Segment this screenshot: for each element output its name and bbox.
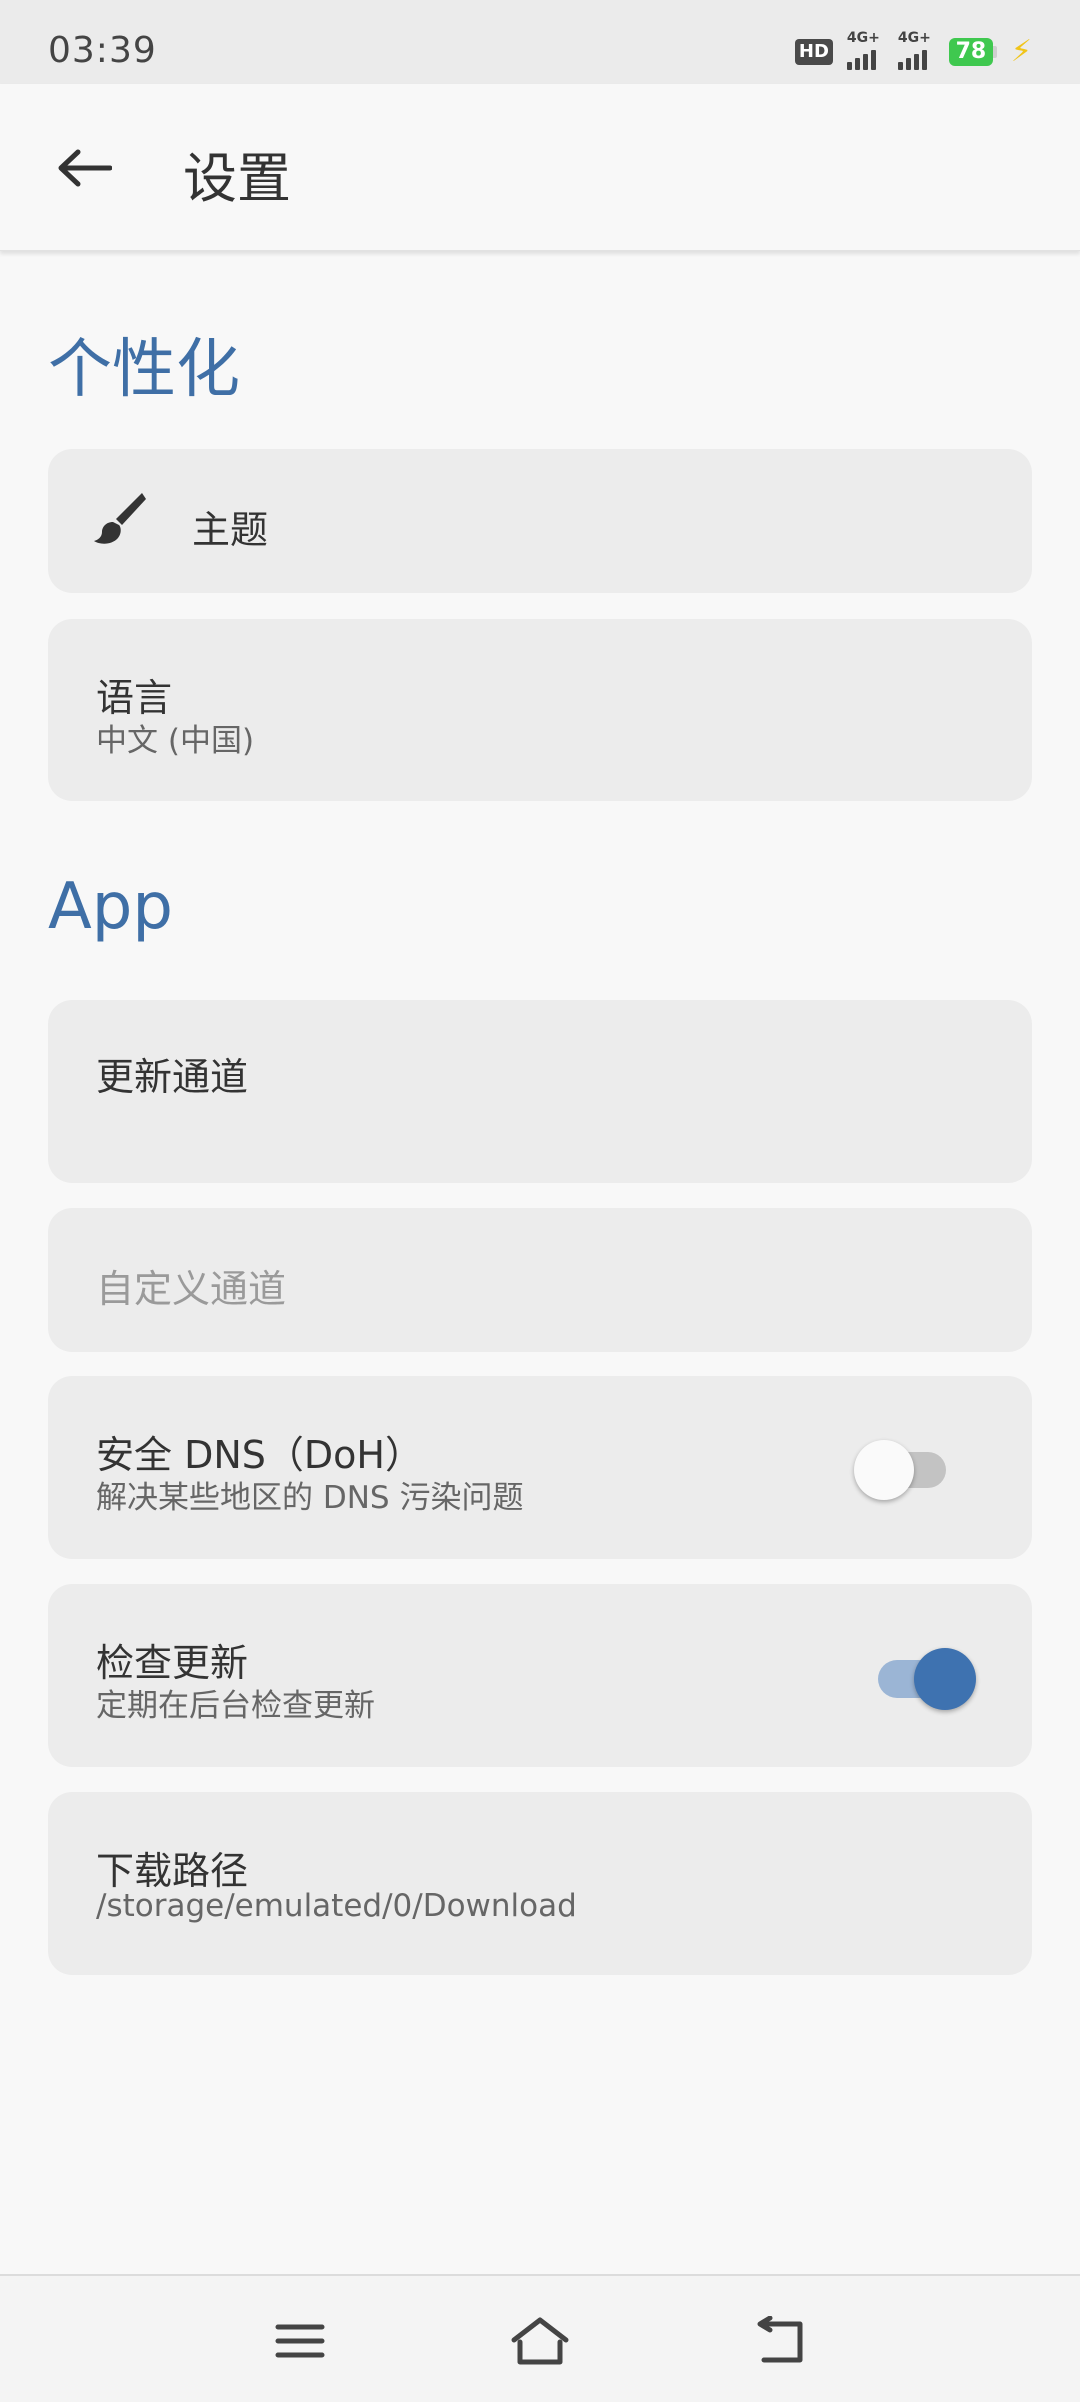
menu-icon xyxy=(275,2324,325,2358)
menu-button[interactable] xyxy=(265,2306,335,2376)
home-icon xyxy=(511,2317,569,2365)
secure-dns-setting[interactable]: 安全 DNS（DoH） 解决某些地区的 DNS 污染问题 xyxy=(48,1376,1032,1559)
arrow-left-icon xyxy=(58,149,112,187)
back-nav-button[interactable] xyxy=(745,2306,815,2376)
network-type-label: 4G+ xyxy=(846,30,880,46)
download-path-value: /storage/emulated/0/Download xyxy=(96,1888,577,1924)
status-icons: HD 4G+ 4G+ 78 ⚡ xyxy=(794,30,1032,70)
battery-icon: 78 xyxy=(948,38,997,66)
network-type-label: 4G+ xyxy=(897,30,931,46)
download-path-setting[interactable]: 下载路径 /storage/emulated/0/Download xyxy=(48,1792,1032,1975)
theme-setting[interactable]: 主题 xyxy=(48,449,1032,593)
custom-channel-field[interactable]: 自定义通道 xyxy=(48,1208,1032,1352)
download-path-title: 下载路径 xyxy=(96,1849,249,1893)
back-button[interactable] xyxy=(48,132,120,204)
update-channel-setting[interactable]: 更新通道 xyxy=(48,1000,1032,1183)
secure-dns-toggle[interactable] xyxy=(854,1432,954,1500)
section-header-personalization: 个性化 xyxy=(48,333,240,407)
check-updates-subtitle: 定期在后台检查更新 xyxy=(96,1688,375,1724)
back-icon xyxy=(757,2316,803,2363)
language-title: 语言 xyxy=(96,676,173,720)
status-bar: 03:39 HD 4G+ 4G+ 78 ⚡ xyxy=(0,0,1080,84)
custom-channel-placeholder: 自定义通道 xyxy=(96,1267,287,1311)
app-bar: 设置 xyxy=(0,84,1080,251)
secure-dns-title: 安全 DNS（DoH） xyxy=(96,1433,423,1477)
signal-icon: 4G+ xyxy=(897,30,935,70)
charging-icon: ⚡ xyxy=(1010,34,1032,69)
update-channel-title: 更新通道 xyxy=(96,1055,249,1099)
page-title: 设置 xyxy=(183,147,291,210)
check-updates-setting[interactable]: 检查更新 定期在后台检查更新 xyxy=(48,1584,1032,1767)
hd-icon: HD xyxy=(794,39,833,65)
status-time: 03:39 xyxy=(48,30,157,71)
section-header-app: App xyxy=(48,870,174,944)
language-setting[interactable]: 语言 中文 (中国) xyxy=(48,619,1032,801)
check-updates-toggle[interactable] xyxy=(878,1642,978,1710)
brush-icon xyxy=(94,493,146,544)
signal-icon: 4G+ xyxy=(846,30,884,70)
check-updates-title: 检查更新 xyxy=(96,1641,249,1685)
home-button[interactable] xyxy=(505,2306,575,2376)
battery-level: 78 xyxy=(948,38,993,66)
system-nav-bar xyxy=(0,2274,1080,2402)
language-value: 中文 (中国) xyxy=(96,723,255,759)
theme-title: 主题 xyxy=(192,508,269,552)
secure-dns-subtitle: 解决某些地区的 DNS 污染问题 xyxy=(96,1480,524,1516)
